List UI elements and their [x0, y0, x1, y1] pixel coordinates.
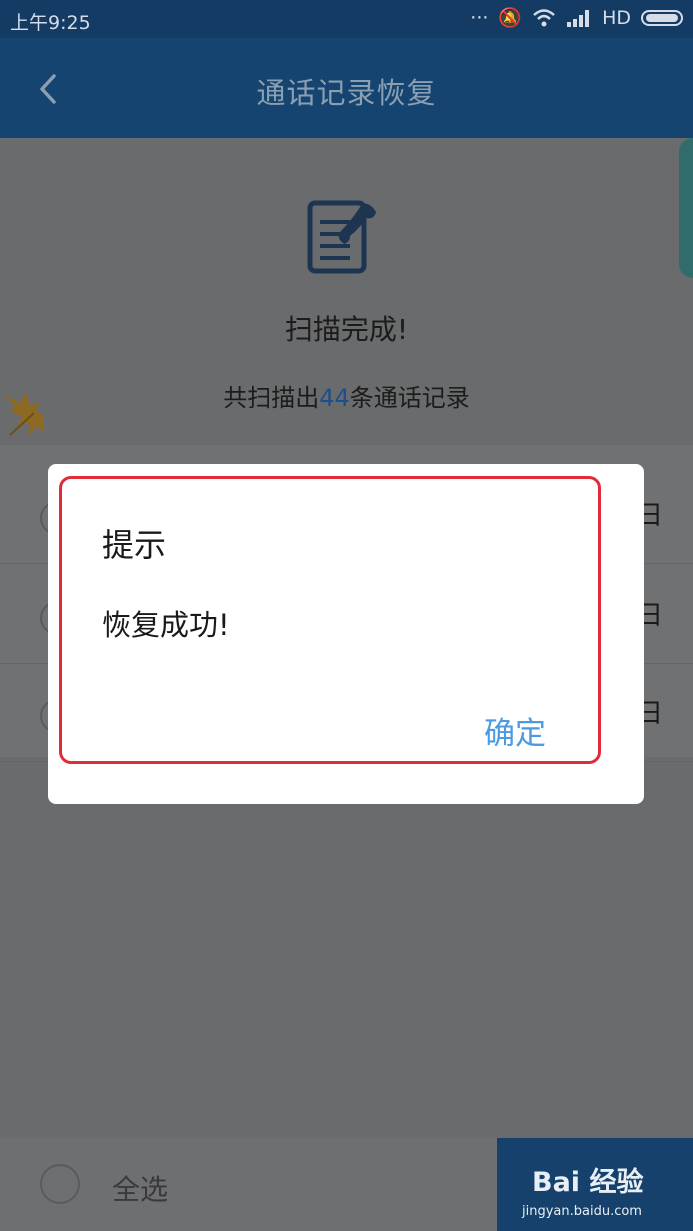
- status-time: 上午9:25: [10, 12, 91, 34]
- more-dots-icon: ···: [470, 6, 489, 29]
- confirm-button[interactable]: 确定: [484, 708, 546, 753]
- scan-count-number: 44: [319, 384, 350, 412]
- select-all-label[interactable]: 全选: [112, 1168, 168, 1208]
- app-bar: 通话记录恢复: [0, 38, 693, 138]
- select-all-checkbox[interactable]: [40, 1164, 80, 1204]
- scan-count-text: 共扫描出44条通话记录: [0, 378, 693, 413]
- dialog-message: 恢复成功!: [102, 608, 230, 642]
- baidu-watermark-logo: Bai 经验: [532, 1167, 644, 1198]
- wifi-icon: [533, 8, 555, 26]
- signal-icon: [567, 9, 590, 27]
- page-title: 通话记录恢复: [256, 76, 437, 110]
- status-bar: 上午9:25 ··· 🔕 HD: [0, 0, 693, 38]
- status-icons: ··· 🔕 HD: [470, 6, 683, 29]
- side-tab: [679, 138, 693, 278]
- scan-count-prefix: 共扫描出: [223, 384, 320, 412]
- scan-complete-title: 扫描完成!: [284, 313, 409, 346]
- scan-count-suffix: 条通话记录: [349, 384, 470, 412]
- watermark-url: jingyan.baidu.com: [522, 1204, 642, 1219]
- network-type: HD: [602, 6, 631, 29]
- dialog-title: 提示: [102, 526, 167, 564]
- silent-icon: 🔕: [498, 7, 523, 29]
- battery-icon: [641, 9, 683, 26]
- call-log-document-icon: [307, 200, 376, 274]
